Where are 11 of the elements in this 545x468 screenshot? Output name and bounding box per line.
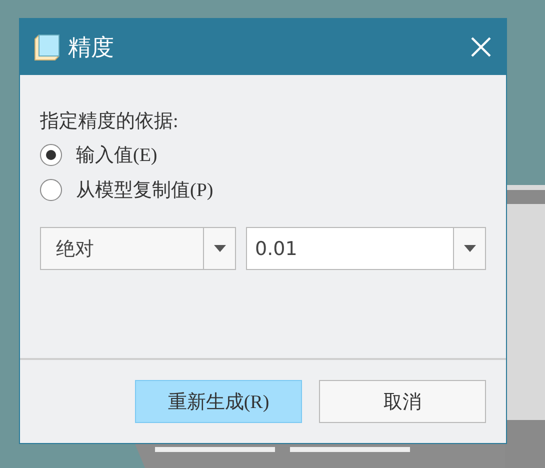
window-title: 精度 <box>68 34 115 62</box>
dropdown-arrow-icon[interactable] <box>214 245 226 252</box>
cube-icon <box>34 34 60 60</box>
prompt-label: 指定精度的依据: <box>40 110 180 134</box>
radio-button[interactable] <box>40 144 62 166</box>
radio-label[interactable]: 输入值(E) <box>76 142 158 168</box>
radio-label[interactable]: 从模型复制值(P) <box>76 176 214 202</box>
close-icon[interactable] <box>470 36 492 58</box>
radio-button[interactable] <box>40 178 62 200</box>
regenerate-button[interactable]: 重新生成(R) <box>135 380 302 423</box>
cancel-button[interactable]: 取消 <box>319 380 486 423</box>
